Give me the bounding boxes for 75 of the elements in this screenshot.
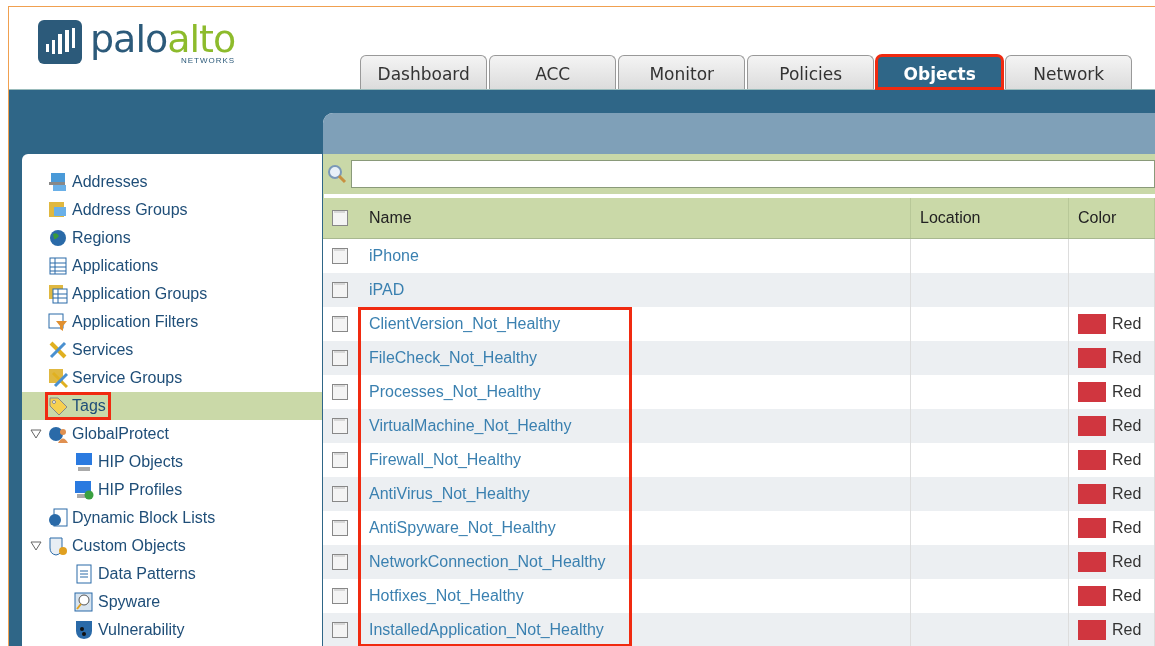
logo-text: paloalto: [90, 19, 236, 58]
color-label: Red: [1112, 383, 1142, 401]
sidebar-item[interactable]: Application Filters: [48, 309, 203, 335]
expand-triangle-icon[interactable]: [30, 540, 42, 552]
tag-name-link[interactable]: VirtualMachine_Not_Healthy: [360, 409, 911, 443]
sidebar-item[interactable]: Address Groups: [48, 197, 192, 223]
logo-icon: [38, 20, 82, 64]
table-icon: [48, 256, 68, 276]
sidebar-item[interactable]: Data Patterns: [74, 561, 200, 587]
color-label: Red: [1112, 315, 1142, 333]
folder-table-icon: [48, 284, 68, 304]
nav-tab[interactable]: Network: [1005, 55, 1133, 89]
sidebar-item[interactable]: GlobalProtect: [48, 421, 173, 447]
checkbox[interactable]: [332, 248, 348, 264]
globe-document-icon: [48, 508, 68, 528]
checkbox[interactable]: [332, 350, 348, 366]
nav-tab[interactable]: Dashboard: [360, 55, 488, 89]
sidebar-item[interactable]: Services: [48, 337, 138, 363]
search-field[interactable]: [351, 160, 1155, 188]
sidebar-item[interactable]: Addresses: [48, 169, 152, 195]
sidebar-item[interactable]: Tags: [46, 393, 110, 419]
checkbox[interactable]: [332, 588, 348, 604]
column-header[interactable]: Name: [360, 198, 911, 238]
color-label: Red: [1112, 451, 1142, 469]
tools-icon: [48, 340, 68, 360]
nav-tab[interactable]: Objects: [876, 55, 1004, 89]
folder-tools-icon: [48, 368, 68, 388]
document-icon: [74, 564, 94, 584]
sidebar-item[interactable]: HIP Profiles: [74, 477, 187, 503]
checkbox[interactable]: [332, 210, 348, 226]
color-label: Red: [1112, 349, 1142, 367]
column-header[interactable]: Color: [1069, 198, 1155, 238]
checkbox[interactable]: [332, 316, 348, 332]
tag-name-link[interactable]: InstalledApplication_Not_Healthy: [360, 613, 911, 646]
checkbox[interactable]: [332, 418, 348, 434]
tag-name-link[interactable]: AntiVirus_Not_Healthy: [360, 477, 911, 511]
shield-icon: [74, 620, 94, 640]
search-icon: [327, 164, 347, 184]
column-header[interactable]: Location: [911, 198, 1069, 238]
checkbox[interactable]: [332, 452, 348, 468]
tag-name-link[interactable]: NetworkConnection_Not_Healthy: [360, 545, 911, 579]
tag-icon: [48, 396, 68, 416]
magnifier-icon: [74, 592, 94, 612]
checkbox[interactable]: [332, 520, 348, 536]
monitor-check-icon: [74, 480, 94, 500]
globe-person-icon: [48, 424, 68, 444]
logo-tagline: NETWORKS: [181, 55, 236, 65]
nav-tab[interactable]: ACC: [489, 55, 617, 89]
color-label: Red: [1112, 519, 1142, 537]
sidebar-item[interactable]: Vulnerability: [74, 617, 189, 643]
globe-icon: [48, 228, 68, 248]
tag-name-link[interactable]: FileCheck_Not_Healthy: [360, 341, 911, 375]
color-label: Red: [1112, 553, 1142, 571]
sidebar-item[interactable]: HIP Objects: [74, 449, 188, 475]
checkbox[interactable]: [332, 486, 348, 502]
sidebar-item[interactable]: Dynamic Block Lists: [48, 505, 220, 531]
expand-triangle-icon[interactable]: [30, 428, 42, 440]
filter-icon: [48, 312, 68, 332]
sidebar-item[interactable]: Service Groups: [48, 365, 187, 391]
sidebar-item[interactable]: Custom Objects: [48, 533, 190, 559]
sidebar-item[interactable]: Spyware: [74, 589, 165, 615]
sidebar-item[interactable]: Regions: [48, 225, 135, 251]
color-label: Red: [1112, 417, 1142, 435]
sidebar-item[interactable]: Application Groups: [48, 281, 212, 307]
nav-tab[interactable]: Monitor: [618, 55, 746, 89]
nav-tab[interactable]: Policies: [747, 55, 875, 89]
checkbox[interactable]: [332, 622, 348, 638]
checkbox[interactable]: [332, 554, 348, 570]
checkbox[interactable]: [332, 282, 348, 298]
color-label: Red: [1112, 621, 1142, 639]
checkbox[interactable]: [332, 384, 348, 400]
color-label: Red: [1112, 485, 1142, 503]
monitor-icon: [74, 452, 94, 472]
sidebar-item[interactable]: Applications: [48, 253, 163, 279]
color-label: Red: [1112, 587, 1142, 605]
